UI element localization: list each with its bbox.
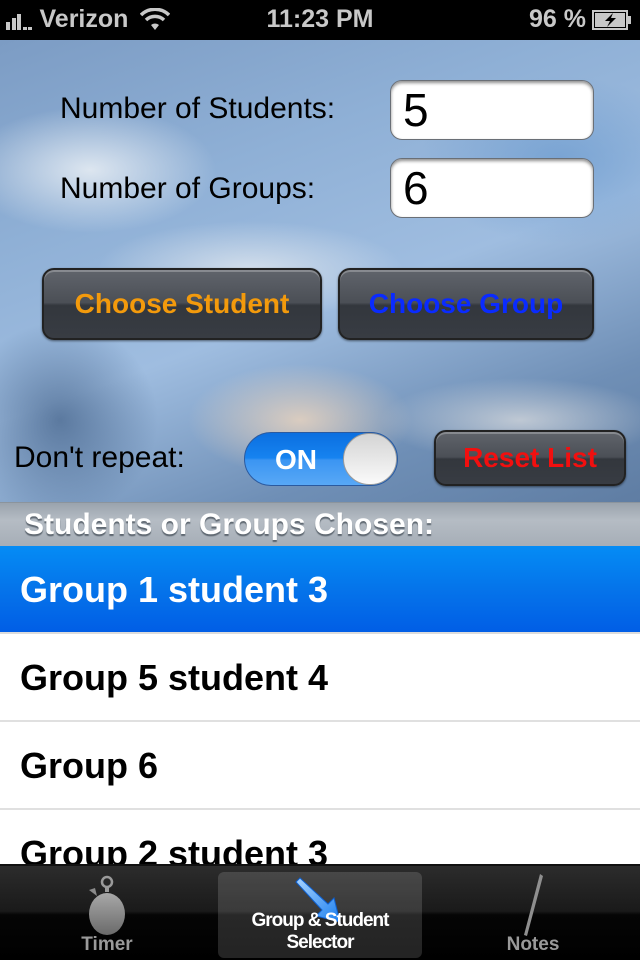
tab-bar: Timer Group & Student Selector Notes (0, 864, 640, 960)
groups-label: Number of Groups: (60, 172, 316, 205)
tab-notes[interactable]: Notes (426, 866, 640, 960)
choose-student-button[interactable]: Choose Student (42, 268, 322, 340)
status-bar: Verizon 11:23 PM 96 % (0, 0, 640, 40)
choose-group-button[interactable]: Choose Group (338, 268, 594, 340)
list-item[interactable]: Group 6 (0, 722, 640, 810)
list-item[interactable]: Group 1 student 3 (0, 546, 640, 634)
dont-repeat-toggle[interactable]: ON (244, 432, 398, 486)
chosen-list[interactable]: Group 1 student 3 Group 5 student 4 Grou… (0, 546, 640, 864)
dont-repeat-label: Don't repeat: (14, 441, 185, 474)
battery-percent: 96 % (529, 5, 586, 33)
stopwatch-icon (89, 875, 125, 935)
chosen-section-header: Students or Groups Chosen: (0, 502, 640, 546)
status-right: 96 % (529, 5, 632, 34)
tab-notes-label: Notes (506, 934, 560, 955)
tab-timer[interactable]: Timer (0, 866, 214, 960)
reset-list-button[interactable]: Reset List (434, 430, 626, 486)
groups-input[interactable]: 6 (390, 158, 594, 218)
tab-selector-label: Group & Student Selector (251, 910, 390, 953)
students-label: Number of Students: (60, 92, 336, 125)
list-item[interactable]: Group 5 student 4 (0, 634, 640, 722)
students-input[interactable]: 5 (390, 80, 594, 140)
tab-group-student-selector[interactable]: Group & Student Selector (218, 872, 422, 958)
battery-charging-icon (592, 9, 631, 30)
pen-icon (524, 874, 543, 936)
list-item[interactable]: Group 2 student 3 (0, 810, 640, 864)
toggle-knob[interactable] (343, 433, 397, 485)
tab-timer-label: Timer (81, 934, 133, 955)
toggle-state-text: ON (275, 444, 317, 475)
